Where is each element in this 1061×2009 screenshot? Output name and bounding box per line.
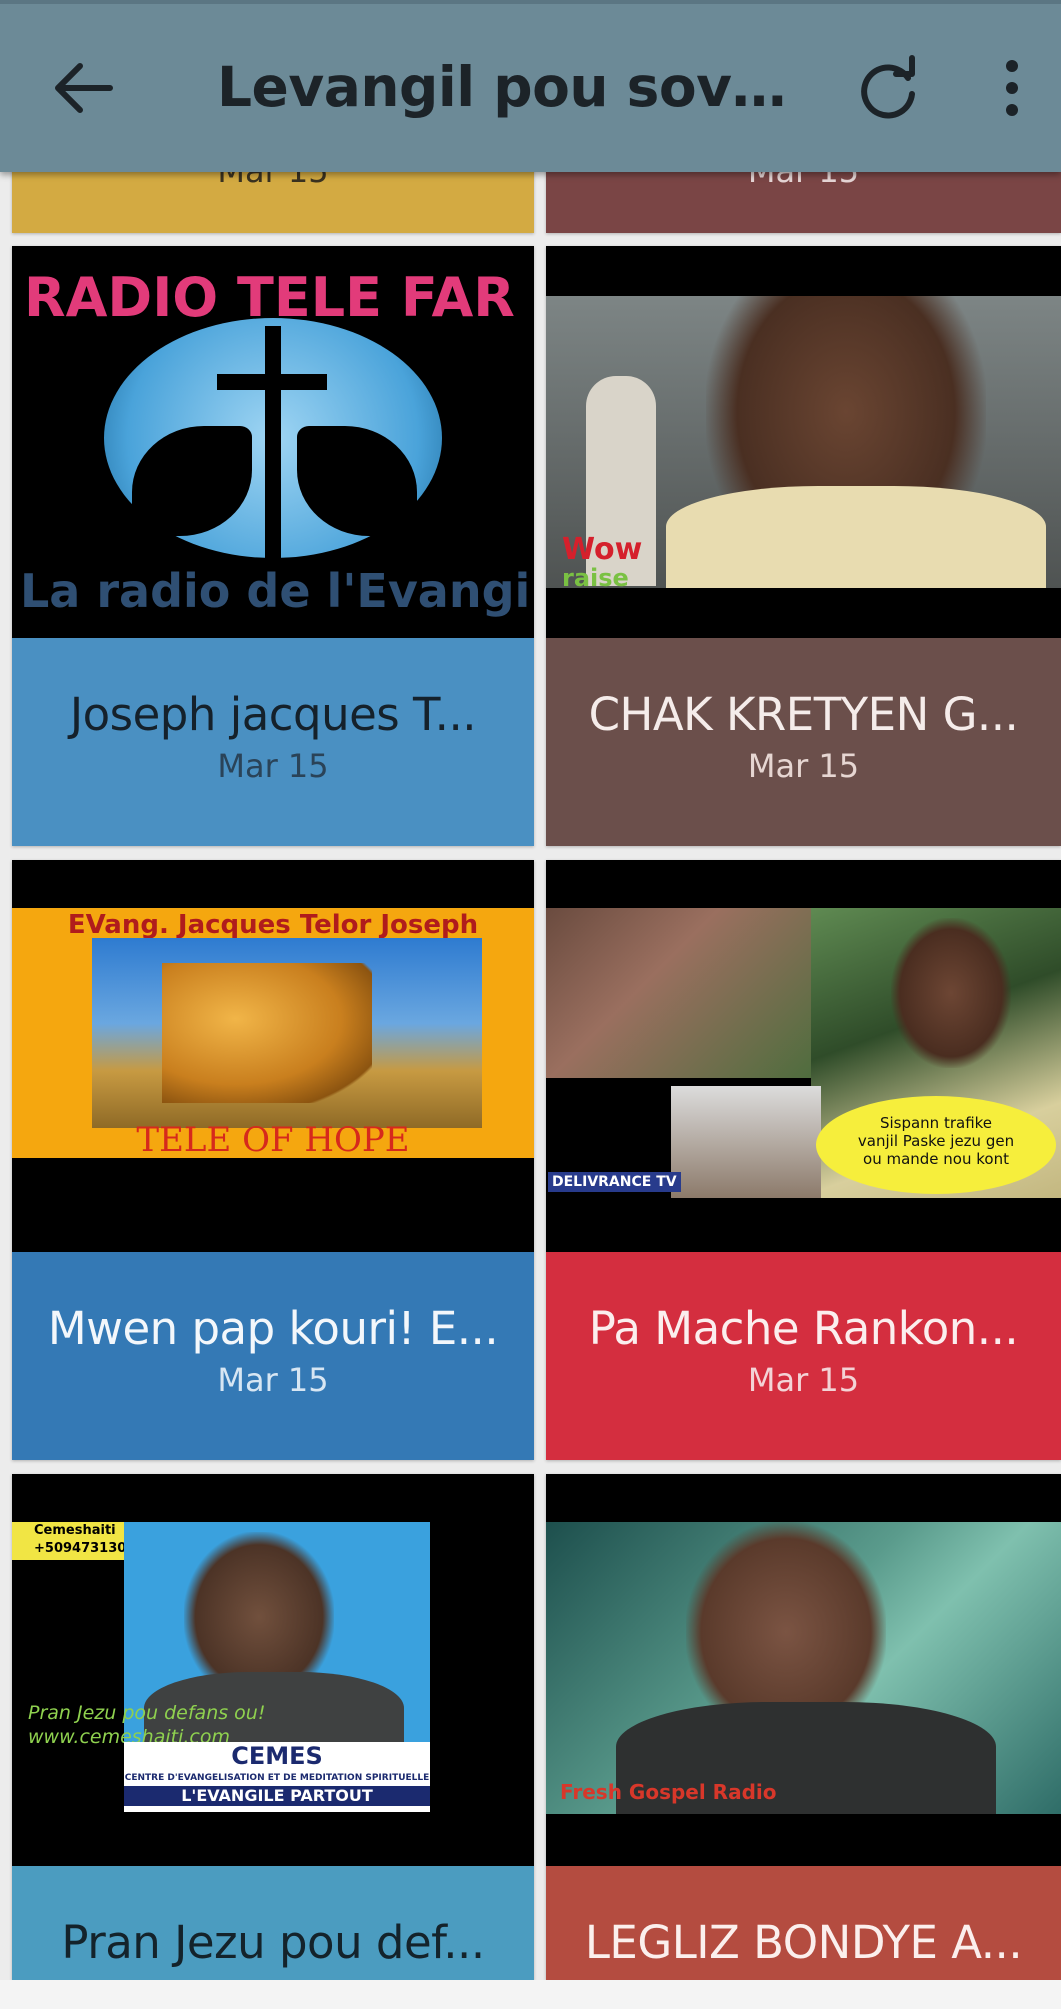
video-card[interactable]: Fresh Gospel Radio LEGLIZ BONDYE A... — [546, 1474, 1061, 1980]
video-info: Mwen pap kouri! E... Mar 15 — [12, 1252, 534, 1460]
video-card[interactable]: Cemeshaiti +50947313078 Pran Jezu pou de… — [12, 1474, 534, 1980]
video-info: Pran Jezu pou def... — [12, 1866, 534, 1980]
thumb-caption: raise — [562, 564, 629, 592]
refresh-icon — [861, 55, 915, 119]
video-card[interactable]: Sispann trafike vanjil Paske jezu gen ou… — [546, 860, 1061, 1460]
video-title: Pa Mache Rankon... — [588, 1302, 1019, 1355]
video-title: Joseph jacques T... — [69, 688, 477, 741]
more-vert-icon — [1006, 60, 1018, 116]
thumb-caption: La radio de l'Evangile — [20, 564, 534, 618]
thumb-caption: Fresh Gospel Radio — [560, 1780, 777, 1804]
video-date: Mar 15 — [747, 747, 860, 785]
video-thumbnail: RADIO TELE FAR La radio de l'Evangile — [12, 246, 534, 638]
back-button[interactable] — [44, 48, 124, 128]
lion-image — [162, 963, 372, 1103]
video-grid: Mar 15 Mar 15 RADIO TELE FAR La radio de… — [0, 0, 1061, 2009]
video-title: Mwen pap kouri! E... — [47, 1302, 499, 1355]
thumb-caption: EVang. Jacques Telor Joseph — [67, 910, 479, 940]
photo — [546, 1522, 1061, 1814]
video-thumbnail: EVang. Jacques Telor Joseph TELE OF HOPE — [12, 860, 534, 1252]
page-title: Levangil pou sove n... — [217, 55, 797, 119]
bottom-edge — [0, 1980, 1061, 2009]
overflow-menu-button[interactable] — [972, 48, 1052, 128]
video-title: CHAK KRETYEN G... — [588, 688, 1019, 741]
video-card[interactable]: RADIO TELE FAR La radio de l'Evangile Jo… — [12, 246, 534, 846]
video-thumbnail: Wow raise — [546, 246, 1061, 638]
cemes-banner: CEMES CENTRE D'EVANGELISATION ET DE MEDI… — [124, 1742, 430, 1812]
channel-badge: DELIVRANCE TV — [548, 1172, 681, 1192]
cross-icon — [265, 326, 281, 561]
video-card[interactable]: EVang. Jacques Telor Joseph TELE OF HOPE… — [12, 860, 534, 1460]
photo — [546, 908, 811, 1078]
video-date: Mar 15 — [217, 747, 329, 785]
video-info: Joseph jacques T... Mar 15 — [12, 638, 534, 846]
video-title: Pran Jezu pou def... — [61, 1916, 485, 1969]
refresh-button[interactable] — [848, 48, 928, 128]
thumb-caption: Wow — [562, 532, 643, 567]
thumb-caption: TELE OF HOPE — [136, 1120, 410, 1160]
photo — [671, 1086, 821, 1198]
video-date: Mar 15 — [747, 1361, 860, 1399]
video-info: Pa Mache Rankon... Mar 15 — [546, 1252, 1061, 1460]
video-thumbnail: Cemeshaiti +50947313078 Pran Jezu pou de… — [12, 1474, 534, 1866]
video-thumbnail: Fresh Gospel Radio — [546, 1474, 1061, 1866]
video-title: LEGLIZ BONDYE A... — [584, 1916, 1023, 1969]
video-card[interactable]: Wow raise CHAK KRETYEN G... Mar 15 — [546, 246, 1061, 846]
video-info: CHAK KRETYEN G... Mar 15 — [546, 638, 1061, 846]
speech-bubble: Sispann trafike vanjil Paske jezu gen ou… — [816, 1096, 1056, 1194]
thumb-caption: Pran Jezu pou defans ou! — [28, 1702, 266, 1724]
video-info: LEGLIZ BONDYE A... — [546, 1866, 1061, 1980]
app-toolbar: Levangil pou sove n... — [0, 0, 1061, 172]
photo: EVang. Jacques Telor Joseph TELE OF HOPE — [12, 908, 534, 1160]
video-date: Mar 15 — [217, 1361, 329, 1399]
arrow-back-icon — [55, 63, 113, 113]
video-thumbnail: Sispann trafike vanjil Paske jezu gen ou… — [546, 860, 1061, 1252]
